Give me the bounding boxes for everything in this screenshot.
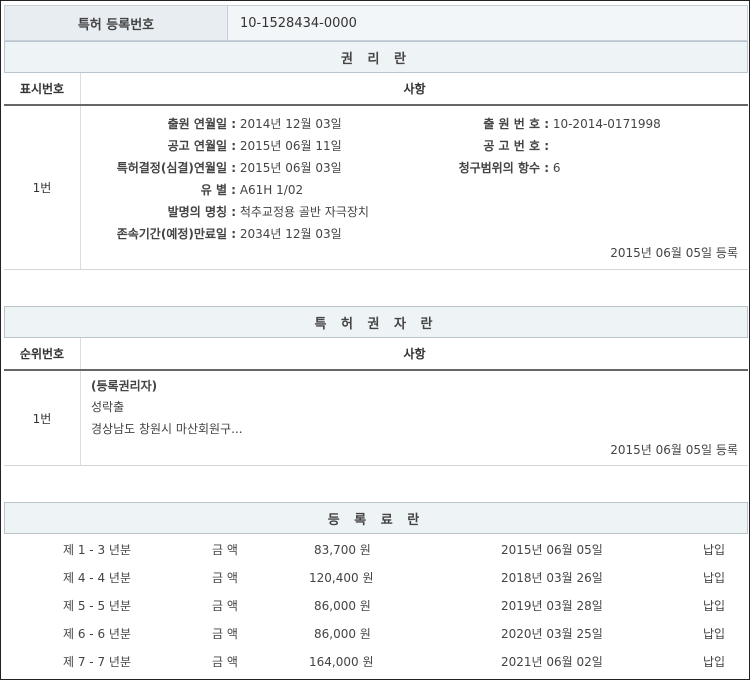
fee-amount: 164,000 원	[309, 655, 374, 669]
fee-period: 제 6 - 6 년분	[63, 627, 131, 641]
fee-status: 납입	[703, 599, 726, 613]
fee-amount-label: 금 액	[212, 627, 238, 641]
holders-row-number: 1번	[4, 371, 81, 465]
rights-section-title: 권 리 란	[4, 41, 748, 73]
fee-paid-date: 2021년 06월 02일	[501, 655, 603, 669]
rights-registration-date: 2015년 06월 05일 등록	[610, 246, 738, 260]
classification-value: A61H 1/02	[239, 183, 304, 197]
fee-amount: 120,400 원	[309, 571, 374, 585]
fee-row: 제 4 - 4 년분 금 액 120,400 원 2018년 03월 26일 납…	[4, 563, 748, 591]
holder-address: 경상남도 창원시 마산회원구...	[91, 422, 243, 436]
holder-type: (등록권리자)	[91, 379, 158, 393]
classification-field: 유 별 : A61H 1/02	[81, 181, 303, 198]
rights-row-number: 1번	[4, 106, 81, 269]
filing-number-value: 10-2014-0171998	[552, 117, 661, 131]
rights-column-header: 표시번호 사항	[4, 73, 748, 106]
expiry-date-value: 2034년 12월 03일	[239, 227, 342, 241]
fee-amount-label: 금 액	[212, 571, 238, 585]
invention-title-label: 발명의 명칭 :	[167, 205, 236, 219]
fee-paid-date: 2019년 03월 28일	[501, 599, 603, 613]
fee-amount-label: 금 액	[212, 655, 238, 669]
fee-amount: 86,000 원	[314, 599, 371, 613]
expiry-date-label: 존속기간(예정)만료일 :	[116, 227, 236, 241]
claims-count-field: 청구범위의 항수 : 6	[421, 159, 561, 176]
fee-status: 납입	[703, 627, 726, 641]
publication-date-label: 공고 연월일 :	[167, 139, 236, 153]
fee-period: 제 7 - 7 년분	[63, 655, 131, 669]
holders-col-rank: 순위번호	[4, 338, 81, 369]
fee-paid-date: 2015년 06월 05일	[501, 543, 603, 557]
fee-amount-label: 금 액	[212, 543, 238, 557]
fee-period: 제 5 - 5 년분	[63, 599, 131, 613]
registration-number-label: 특허 등록번호	[5, 6, 228, 40]
publication-date-value: 2015년 06월 11일	[239, 139, 342, 153]
holders-column-header: 순위번호 사항	[4, 338, 748, 371]
filing-date-value: 2014년 12월 03일	[239, 117, 342, 131]
fee-amount: 86,000 원	[314, 627, 371, 641]
expiry-date-field: 존속기간(예정)만료일 : 2034년 12월 03일	[81, 225, 342, 242]
invention-title-value: 척추교정용 골반 자극장치	[239, 205, 369, 219]
rights-col-details: 사항	[403, 82, 426, 96]
fee-row: 제 6 - 6 년분 금 액 86,000 원 2020년 03월 25일 납입	[4, 619, 748, 647]
claims-count-value: 6	[552, 161, 561, 175]
holders-row-details: (등록권리자) 성락출 경상남도 창원시 마산회원구... 2015년 06월 …	[81, 371, 748, 465]
patent-register-document: 특허 등록번호 10-1528434-0000 권 리 란 표시번호 사항 1번…	[0, 0, 750, 680]
invention-title-field: 발명의 명칭 : 척추교정용 골반 자극장치	[81, 203, 369, 220]
decision-date-field: 특허결정(심결)연월일 : 2015년 06월 03일	[81, 159, 342, 176]
holders-registration-date: 2015년 06월 05일 등록	[610, 443, 738, 457]
decision-date-label: 특허결정(심결)연월일 :	[116, 161, 236, 175]
publication-number-label: 공 고 번 호 :	[483, 139, 549, 153]
fees-section-title: 등 록 료 란	[4, 502, 748, 534]
holders-section-title: 특 허 권 자 란	[4, 306, 748, 338]
publication-number-field: 공 고 번 호 :	[421, 137, 549, 154]
rights-col-number: 표시번호	[4, 73, 81, 104]
fee-period: 제 4 - 4 년분	[63, 571, 131, 585]
rights-row-details: 출원 연월일 : 2014년 12월 03일 출 원 번 호 : 10-2014…	[81, 106, 748, 269]
fee-period: 제 1 - 3 년분	[63, 543, 131, 557]
registration-number-value: 10-1528434-0000	[228, 6, 747, 40]
publication-date-field: 공고 연월일 : 2015년 06월 11일	[81, 137, 342, 154]
fee-row: 제 5 - 5 년분 금 액 86,000 원 2019년 03월 28일 납입	[4, 591, 748, 619]
classification-label: 유 별 :	[200, 183, 236, 197]
filing-number-label: 출 원 번 호 :	[483, 117, 549, 131]
fee-status: 납입	[703, 543, 726, 557]
fee-status: 납입	[703, 655, 726, 669]
fee-amount: 83,700 원	[314, 543, 371, 557]
fee-row: 제 1 - 3 년분 금 액 83,700 원 2015년 06월 05일 납입	[4, 535, 748, 563]
filing-number-field: 출 원 번 호 : 10-2014-0171998	[421, 115, 661, 132]
fee-amount-label: 금 액	[212, 599, 238, 613]
holders-row: 1번 (등록권리자) 성락출 경상남도 창원시 마산회원구... 2015년 0…	[4, 371, 748, 466]
fee-paid-date: 2018년 03월 26일	[501, 571, 603, 585]
fee-paid-date: 2020년 03월 25일	[501, 627, 603, 641]
filing-date-label: 출원 연월일 :	[167, 117, 236, 131]
fee-row: 제 7 - 7 년분 금 액 164,000 원 2021년 06월 02일 납…	[4, 647, 748, 675]
decision-date-value: 2015년 06월 03일	[239, 161, 342, 175]
registration-number-bar: 특허 등록번호 10-1528434-0000	[4, 5, 748, 41]
rights-row: 1번 출원 연월일 : 2014년 12월 03일 출 원 번 호 : 10-2…	[4, 106, 748, 270]
claims-count-label: 청구범위의 항수 :	[458, 161, 549, 175]
fee-status: 납입	[703, 571, 726, 585]
holder-name: 성락출	[91, 400, 125, 414]
filing-date-field: 출원 연월일 : 2014년 12월 03일	[81, 115, 342, 132]
holders-col-details: 사항	[403, 347, 426, 361]
